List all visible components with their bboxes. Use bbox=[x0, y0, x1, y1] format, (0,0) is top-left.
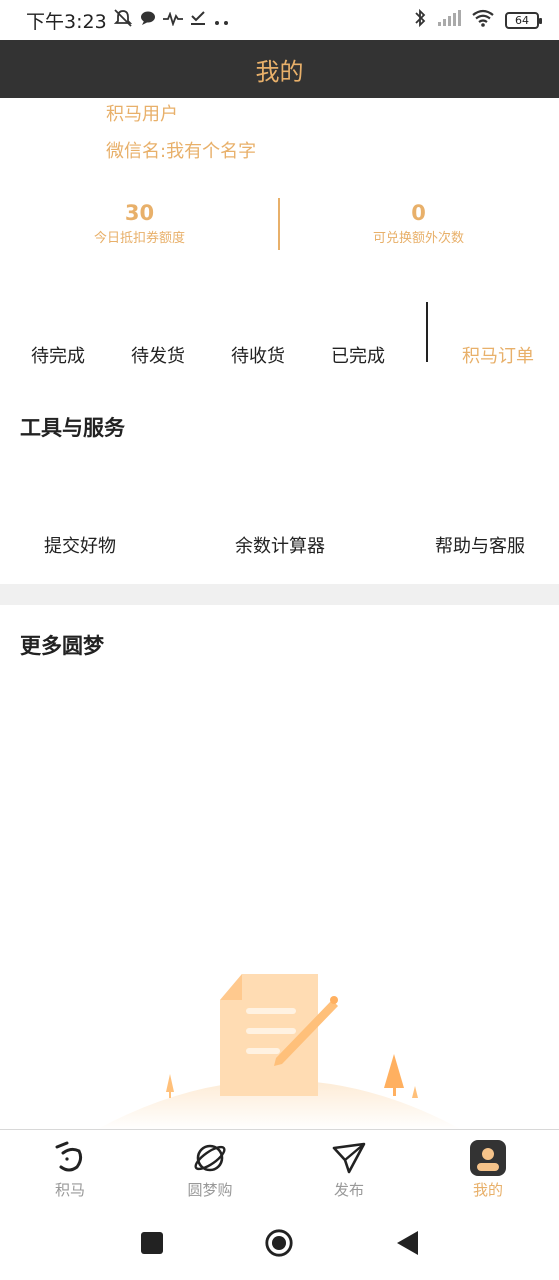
pulse-icon bbox=[162, 10, 183, 30]
status-right: 64 bbox=[413, 8, 542, 33]
section-separator bbox=[0, 584, 559, 605]
nav-label-mine: 我的 bbox=[472, 1181, 503, 1199]
wifi-icon bbox=[471, 9, 495, 32]
nav-tab-mine[interactable]: 我的 bbox=[438, 1138, 538, 1200]
more-section-title: 更多圆梦 bbox=[20, 634, 104, 658]
order-completed[interactable]: 已完成 bbox=[313, 342, 403, 368]
stat-extra-times[interactable]: 0 可兑换额外次数 bbox=[279, 196, 558, 248]
nav-tab-jima[interactable]: 积马 bbox=[20, 1138, 120, 1200]
orders-divider bbox=[426, 302, 428, 362]
home-button[interactable] bbox=[264, 1228, 294, 1258]
mute-bell-icon bbox=[113, 9, 133, 31]
battery-icon: 64 bbox=[505, 11, 542, 29]
battery-level: 64 bbox=[515, 13, 529, 27]
orders-row: 待完成 待发货 待收货 已完成 积马订单 bbox=[0, 300, 559, 370]
tool-help-support[interactable]: 帮助与客服 bbox=[400, 532, 559, 558]
profile-username[interactable]: 积马用户 bbox=[106, 100, 178, 126]
nav-label-yuanmeng: 圆梦购 bbox=[187, 1181, 233, 1199]
bottom-nav: 积马 圆梦购 发布 我的 bbox=[0, 1129, 559, 1210]
back-button[interactable] bbox=[392, 1228, 422, 1258]
tool-remainder-calculator[interactable]: 余数计算器 bbox=[200, 532, 360, 558]
page-title: 我的 bbox=[255, 57, 304, 86]
nav-label-jima: 积马 bbox=[54, 1181, 85, 1199]
chat-bubble-icon bbox=[139, 10, 157, 30]
nav-tab-publish[interactable]: 发布 bbox=[299, 1138, 399, 1200]
system-nav-bar bbox=[0, 1210, 559, 1280]
stat-extra-label: 可兑换额外次数 bbox=[372, 231, 464, 246]
order-pending-receipt[interactable]: 待收货 bbox=[213, 342, 303, 368]
more-dots-icon bbox=[213, 11, 231, 30]
status-left: 下午3:23 bbox=[26, 7, 231, 34]
stat-coupon-value: 30 bbox=[124, 201, 155, 225]
empty-state-illustration bbox=[96, 960, 462, 1130]
tool-submit-goods[interactable]: 提交好物 bbox=[0, 532, 160, 558]
status-bar: 下午3:23 64 bbox=[0, 0, 559, 40]
app-header: 我的 bbox=[0, 40, 559, 98]
stats-panel: 30 今日抵扣券额度 0 可兑换额外次数 bbox=[0, 196, 559, 252]
stat-coupon-quota[interactable]: 30 今日抵扣券额度 bbox=[0, 196, 279, 248]
jima-logo-icon bbox=[50, 1138, 90, 1178]
recent-apps-button[interactable] bbox=[137, 1228, 167, 1258]
stat-coupon-label: 今日抵扣券额度 bbox=[93, 231, 185, 246]
nav-tab-yuanmeng[interactable]: 圆梦购 bbox=[160, 1138, 260, 1200]
order-pending-completion[interactable]: 待完成 bbox=[13, 342, 103, 368]
profile-wechat-name: 微信名:我有个名字 bbox=[106, 141, 257, 162]
status-time: 下午3:23 bbox=[26, 10, 107, 33]
signal-icon bbox=[437, 9, 461, 31]
tools-section-title: 工具与服务 bbox=[20, 416, 125, 440]
jima-orders-link[interactable]: 积马订单 bbox=[453, 342, 543, 368]
download-check-icon bbox=[189, 10, 207, 30]
stat-extra-value: 0 bbox=[411, 201, 426, 225]
order-pending-shipment[interactable]: 待发货 bbox=[113, 342, 203, 368]
planet-icon bbox=[190, 1138, 230, 1178]
user-profile-icon bbox=[468, 1138, 508, 1178]
nav-label-publish: 发布 bbox=[333, 1181, 364, 1199]
bluetooth-icon bbox=[413, 8, 427, 33]
paper-plane-icon bbox=[329, 1138, 369, 1178]
